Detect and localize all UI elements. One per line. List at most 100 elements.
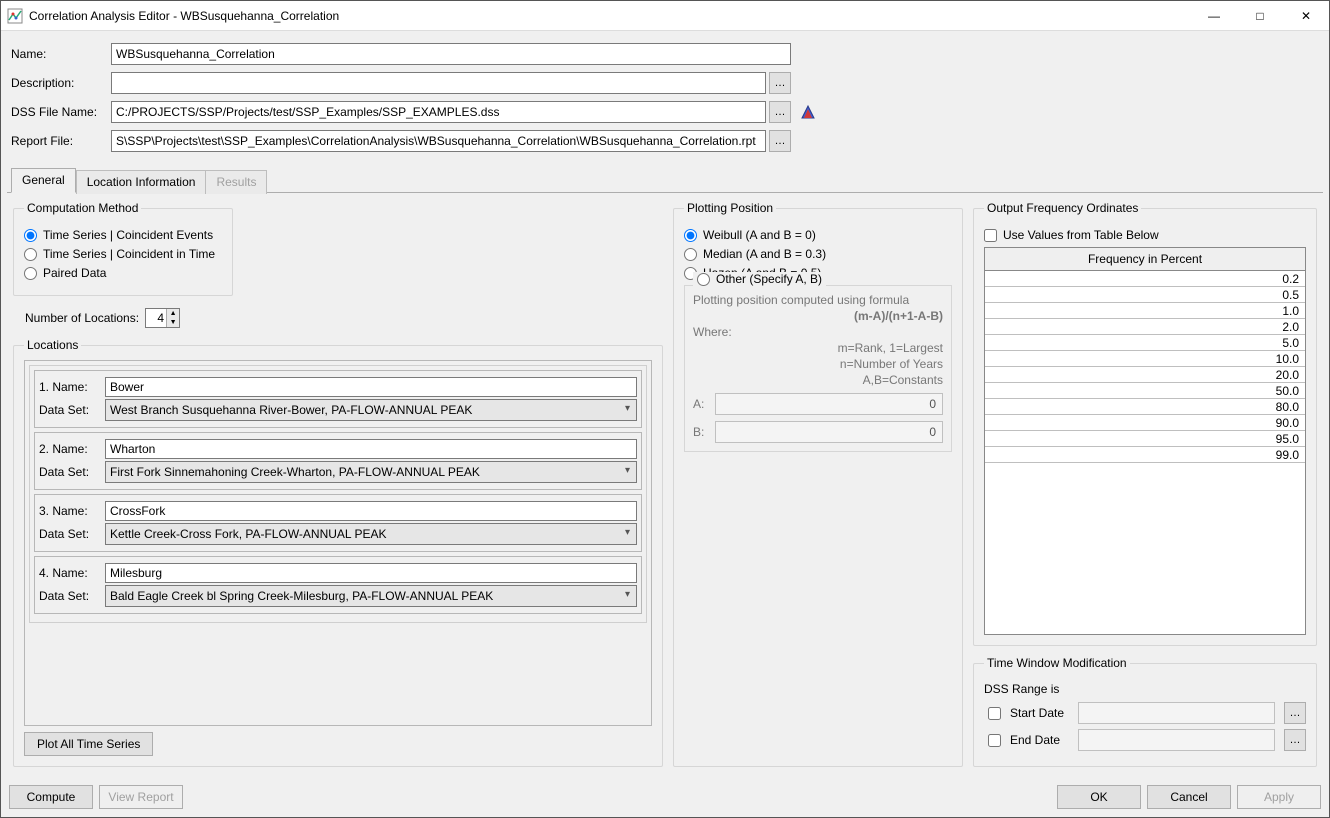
radio-other-input[interactable]	[697, 273, 710, 286]
dss-plot-icon[interactable]	[797, 101, 819, 123]
report-browse-button[interactable]: …	[769, 130, 791, 152]
locations-legend: Locations	[24, 338, 81, 352]
radio-coincident-events-input[interactable]	[24, 229, 37, 242]
location-card: 4. Name: Data Set: Bald Eagle Creek bl S…	[34, 556, 642, 614]
dataset-select[interactable]: First Fork Sinnemahoning Creek-Wharton, …	[105, 461, 637, 483]
minimize-button[interactable]: —	[1191, 1, 1237, 31]
end-date-input	[1078, 729, 1275, 751]
tab-general[interactable]: General	[11, 168, 76, 193]
dataset-select[interactable]: Bald Eagle Creek bl Spring Creek-Milesbu…	[105, 585, 637, 607]
start-date-checkbox[interactable]	[988, 707, 1001, 720]
formula-ab: A,B=Constants	[693, 373, 943, 387]
location-dataset-row: Data Set: Bald Eagle Creek bl Spring Cre…	[39, 585, 637, 607]
use-table-checkbox[interactable]	[984, 229, 997, 242]
app-icon	[7, 8, 23, 24]
tab-body-general: Computation Method Time Series | Coincid…	[7, 192, 1323, 773]
frequency-cell[interactable]: 90.0	[985, 415, 1305, 431]
radio-weibull[interactable]: Weibull (A and B = 0)	[684, 228, 952, 242]
radio-other[interactable]: Other (Specify A, B)	[693, 272, 826, 286]
locations-scroll[interactable]: 1. Name: Data Set: West Branch Susquehan…	[24, 360, 652, 726]
use-table-label: Use Values from Table Below	[1003, 228, 1159, 242]
computation-method-legend: Computation Method	[24, 201, 141, 215]
plotting-position-group: Plotting Position Weibull (A and B = 0) …	[673, 201, 963, 767]
output-frequency-group: Output Frequency Ordinates Use Values fr…	[973, 201, 1317, 646]
locations-group: Locations 1. Name: Data Set: West Branch…	[13, 338, 663, 767]
b-input	[715, 421, 943, 443]
tab-location-information[interactable]: Location Information	[76, 170, 207, 194]
location-name-input[interactable]	[105, 563, 637, 583]
b-label: B:	[693, 425, 709, 439]
cancel-button[interactable]: Cancel	[1147, 785, 1231, 809]
dataset-select[interactable]: Kettle Creek-Cross Fork, PA-FLOW-ANNUAL …	[105, 523, 637, 545]
close-button[interactable]: ✕	[1283, 1, 1329, 31]
frequency-rows[interactable]: 0.20.51.02.05.010.020.050.080.090.095.09…	[985, 271, 1305, 634]
compute-button[interactable]: Compute	[9, 785, 93, 809]
frequency-cell[interactable]: 2.0	[985, 319, 1305, 335]
end-date-picker-button[interactable]: …	[1284, 729, 1306, 751]
radio-coincident-in-time[interactable]: Time Series | Coincident in Time	[24, 247, 222, 261]
ok-button[interactable]: OK	[1057, 785, 1141, 809]
window-title: Correlation Analysis Editor - WBSusqueha…	[29, 9, 1191, 23]
location-index-label: 2. Name:	[39, 442, 105, 456]
locations-container: 1. Name: Data Set: West Branch Susquehan…	[29, 365, 647, 623]
frequency-cell[interactable]: 99.0	[985, 447, 1305, 463]
dataset-label: Data Set:	[39, 403, 105, 417]
location-name-input[interactable]	[105, 439, 637, 459]
time-window-legend: Time Window Modification	[984, 656, 1130, 670]
frequency-cell[interactable]: 0.2	[985, 271, 1305, 287]
frequency-cell[interactable]: 5.0	[985, 335, 1305, 351]
name-input[interactable]	[111, 43, 791, 65]
description-edit-button[interactable]: …	[769, 72, 791, 94]
dataset-select[interactable]: West Branch Susquehanna River-Bower, PA-…	[105, 399, 637, 421]
spinner-buttons: ▲ ▼	[166, 309, 179, 327]
radio-paired-data[interactable]: Paired Data	[24, 266, 222, 280]
num-locations-input[interactable]	[146, 309, 166, 327]
start-date-picker-button[interactable]: …	[1284, 702, 1306, 724]
location-name-row: 4. Name:	[39, 563, 637, 583]
left-column: Computation Method Time Series | Coincid…	[13, 201, 663, 767]
output-frequency-legend: Output Frequency Ordinates	[984, 201, 1141, 215]
location-name-input[interactable]	[105, 501, 637, 521]
report-label: Report File:	[11, 134, 111, 148]
spinner-down-icon[interactable]: ▼	[167, 318, 179, 327]
end-date-row: End Date …	[984, 729, 1306, 751]
plot-all-time-series-button[interactable]: Plot All Time Series	[24, 732, 153, 756]
frequency-cell[interactable]: 0.5	[985, 287, 1305, 303]
start-date-label: Start Date	[1010, 706, 1072, 720]
view-report-button: View Report	[99, 785, 183, 809]
frequency-cell[interactable]: 95.0	[985, 431, 1305, 447]
frequency-cell[interactable]: 10.0	[985, 351, 1305, 367]
description-input[interactable]	[111, 72, 766, 94]
spinner-up-icon[interactable]: ▲	[167, 309, 179, 318]
formula-n: n=Number of Years	[693, 357, 943, 371]
location-name-input[interactable]	[105, 377, 637, 397]
frequency-cell[interactable]: 50.0	[985, 383, 1305, 399]
app-window: Correlation Analysis Editor - WBSusqueha…	[0, 0, 1330, 818]
radio-median-input[interactable]	[684, 248, 697, 261]
radio-weibull-input[interactable]	[684, 229, 697, 242]
a-input	[715, 393, 943, 415]
report-row: Report File: …	[11, 130, 1319, 152]
use-table-checkbox-row[interactable]: Use Values from Table Below	[984, 228, 1306, 242]
content-area: Name: Description: … DSS File Name: …	[1, 31, 1329, 817]
name-row: Name:	[11, 43, 1319, 65]
report-file-input[interactable]	[111, 130, 766, 152]
frequency-cell[interactable]: 20.0	[985, 367, 1305, 383]
dss-file-input[interactable]	[111, 101, 766, 123]
frequency-cell[interactable]: 1.0	[985, 303, 1305, 319]
plotting-other-box: Other (Specify A, B) Plotting position c…	[684, 285, 952, 452]
location-card: 3. Name: Data Set: Kettle Creek-Cross Fo…	[34, 494, 642, 552]
location-name-row: 3. Name:	[39, 501, 637, 521]
computation-method-group: Computation Method Time Series | Coincid…	[13, 201, 233, 296]
frequency-cell[interactable]: 80.0	[985, 399, 1305, 415]
num-locations-spinner[interactable]: ▲ ▼	[145, 308, 180, 328]
radio-paired-data-input[interactable]	[24, 267, 37, 280]
radio-median[interactable]: Median (A and B = 0.3)	[684, 247, 952, 261]
dss-browse-button[interactable]: …	[769, 101, 791, 123]
radio-coincident-in-time-input[interactable]	[24, 248, 37, 261]
dataset-label: Data Set:	[39, 465, 105, 479]
end-date-checkbox[interactable]	[988, 734, 1001, 747]
maximize-button[interactable]: □	[1237, 1, 1283, 31]
radio-coincident-events[interactable]: Time Series | Coincident Events	[24, 228, 222, 242]
frequency-header: Frequency in Percent	[985, 248, 1305, 271]
